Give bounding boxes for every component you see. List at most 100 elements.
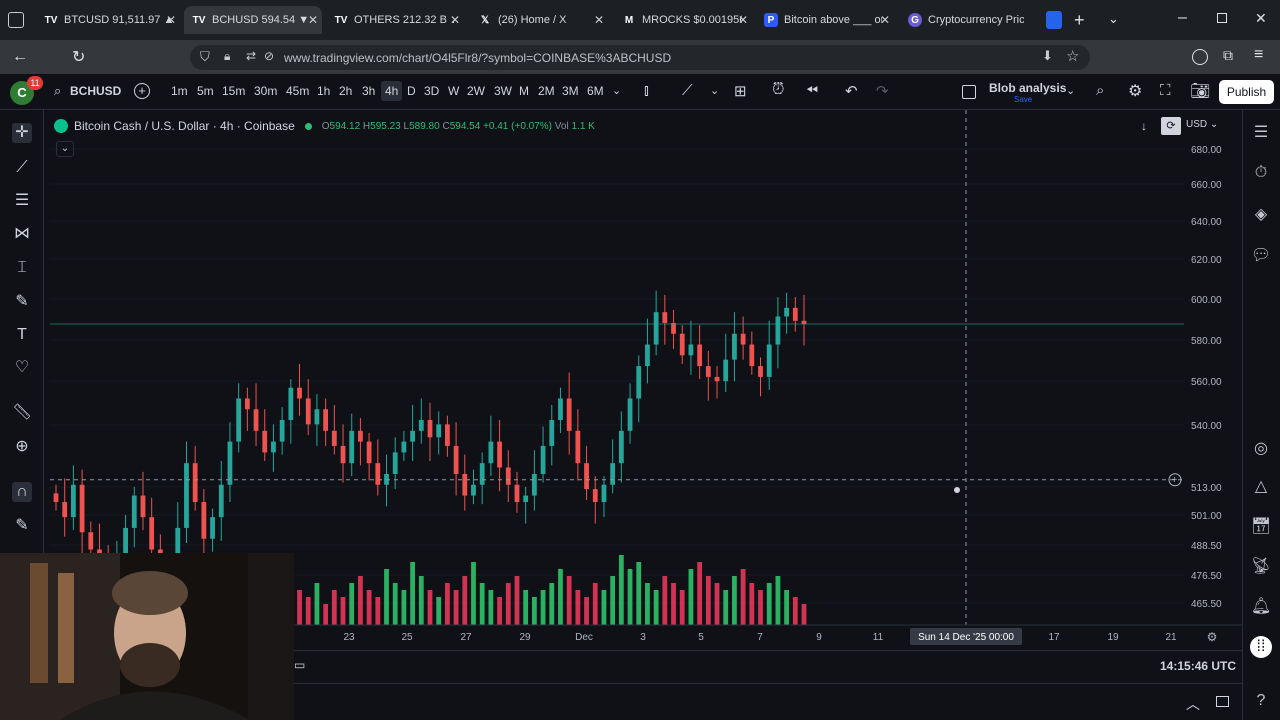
browser-tab[interactable]: M MROCKS $0.001956 ✕: [614, 6, 752, 34]
camera-off-icon[interactable]: ⊘: [264, 49, 274, 63]
snapshot-camera-icon[interactable]: 📷︎: [1190, 81, 1210, 101]
target-icon[interactable]: ◎: [1250, 438, 1272, 460]
timeframe-dropdown-icon[interactable]: ⌄: [612, 84, 621, 97]
bookmark-star-icon[interactable]: ☆: [1066, 47, 1079, 65]
browser-tab[interactable]: G Cryptocurrency Prices: [900, 6, 1038, 34]
timeframe-2W[interactable]: 2W: [467, 84, 485, 98]
crosshair-icon[interactable]: ✛: [12, 123, 32, 143]
lock-icon[interactable]: 🔒︎: [224, 49, 230, 64]
restore-icon[interactable]: [1217, 13, 1227, 23]
indicators-icon[interactable]: ⟋: [682, 82, 693, 99]
extensions-icon[interactable]: ⧉: [1223, 47, 1233, 64]
browser-menu-icon[interactable]: [8, 12, 24, 28]
chat-icon[interactable]: 💬︎: [1250, 245, 1272, 267]
ideas-icon[interactable]: △: [1250, 476, 1272, 498]
timeframe-3h[interactable]: 3h: [362, 84, 375, 98]
browser-more-icon[interactable]: ≡: [1254, 46, 1263, 64]
browser-tab[interactable]: TV BTCUSD 91,511.97 ▲ ✕: [36, 6, 180, 34]
magnet-icon[interactable]: ∩: [12, 482, 32, 502]
favorite-heart-icon[interactable]: ♡: [12, 358, 32, 378]
currency-selector[interactable]: USD ⌄: [1186, 119, 1218, 130]
layout-name[interactable]: Blob analysis: [989, 81, 1066, 95]
minimize-icon[interactable]: –: [1178, 9, 1187, 27]
indicators-dropdown-icon[interactable]: ⌄: [710, 84, 719, 97]
timeframe-2M[interactable]: 2M: [538, 84, 555, 98]
text-icon[interactable]: T: [12, 325, 32, 345]
symbol-search-icon[interactable]: ⌕: [54, 83, 61, 99]
close-icon[interactable]: ✕: [308, 13, 318, 27]
undo-icon[interactable]: ↶: [845, 82, 858, 100]
install-app-icon[interactable]: ⬇: [1042, 48, 1053, 64]
apps-grid-icon[interactable]: ⁞⁞: [1250, 636, 1272, 658]
templates-icon[interactable]: ⊞: [734, 82, 747, 100]
close-window-icon[interactable]: ✕: [1255, 10, 1267, 27]
timeframe-3D[interactable]: 3D: [424, 84, 439, 98]
close-icon[interactable]: ✕: [450, 13, 460, 27]
legend-collapse-icon[interactable]: ⌄: [56, 141, 74, 157]
brush-icon[interactable]: ✎: [12, 292, 32, 312]
calendar-icon[interactable]: 📅︎: [1250, 516, 1272, 538]
symbol-search[interactable]: BCHUSD: [70, 84, 121, 98]
replay-icon[interactable]: ⏪︎: [806, 82, 818, 99]
alerts-clock-icon[interactable]: ⏱︎: [1250, 162, 1272, 184]
new-tab-icon[interactable]: +: [1074, 10, 1085, 31]
url-text[interactable]: www.tradingview.com/chart/O4l5Flr8/?symb…: [284, 51, 671, 65]
help-icon[interactable]: ?: [1250, 690, 1272, 712]
browser-tab[interactable]: 𝕏 (26) Home / X ✕: [470, 6, 608, 34]
back-icon[interactable]: ←: [12, 48, 28, 66]
tab-list-icon[interactable]: ⌄: [1108, 11, 1119, 27]
timeframe-4h-selected[interactable]: 4h: [381, 81, 403, 101]
layout-dropdown-icon[interactable]: ⌄: [1066, 84, 1075, 97]
pattern-icon[interactable]: ⋈: [12, 224, 32, 244]
timeframe-45m[interactable]: 45m: [286, 84, 309, 98]
expand-panel-icon[interactable]: ︿: [1186, 694, 1200, 714]
profile-icon[interactable]: [1192, 49, 1208, 65]
lock-drawings-icon[interactable]: ✎: [12, 516, 32, 536]
timeframe-30m[interactable]: 30m: [254, 84, 277, 98]
zoom-in-icon[interactable]: ⊕: [12, 437, 32, 457]
timeframe-1h[interactable]: 1h: [317, 84, 330, 98]
fib-retracement-icon[interactable]: ☰: [12, 191, 32, 211]
close-icon[interactable]: ✕: [880, 13, 890, 27]
timeframe-3M[interactable]: 3M: [562, 84, 579, 98]
timeframe-5m[interactable]: 5m: [197, 84, 214, 98]
settings-gear-icon[interactable]: ⚙: [1128, 81, 1142, 101]
chart-type-candles-icon[interactable]: ⫾: [644, 82, 649, 99]
close-icon[interactable]: ✕: [738, 13, 748, 27]
permissions-icon[interactable]: ⇄: [246, 49, 256, 63]
close-icon[interactable]: ✕: [166, 13, 176, 27]
fullscreen-icon[interactable]: ⛶: [1160, 82, 1171, 99]
sync-icon[interactable]: ⟳: [1161, 117, 1181, 135]
publish-button[interactable]: Publish: [1219, 80, 1274, 104]
layers-icon[interactable]: ◈: [1250, 204, 1272, 226]
timeframe-D[interactable]: D: [407, 84, 416, 98]
news-feed-icon[interactable]: 📡︎: [1250, 556, 1272, 578]
prediction-icon[interactable]: ⌶: [12, 258, 32, 278]
shield-icon[interactable]: ⛉: [200, 49, 210, 65]
calendar-goto-icon[interactable]: ▭: [294, 658, 305, 672]
timeframe-2h[interactable]: 2h: [339, 84, 352, 98]
browser-tab[interactable]: TV OTHERS 212.32 B ▲ ✕: [326, 6, 464, 34]
tab-group-icon[interactable]: [1046, 11, 1062, 29]
download-icon[interactable]: ↓: [1141, 119, 1147, 133]
ruler-icon[interactable]: 📏︎: [12, 403, 32, 423]
timeframe-W[interactable]: W: [448, 84, 459, 98]
notifications-bell-icon[interactable]: 🔔︎: [1250, 596, 1272, 618]
timeframe-6M[interactable]: 6M: [587, 84, 604, 98]
reload-icon[interactable]: ↻: [72, 47, 85, 67]
browser-tab-active[interactable]: TV BCHUSD 594.54 ▼ -0 ✕: [184, 6, 322, 34]
redo-icon[interactable]: ↷: [876, 82, 889, 100]
alert-icon[interactable]: ⏰︎: [772, 81, 784, 99]
legend-title[interactable]: Bitcoin Cash / U.S. Dollar · 4h · Coinba…: [74, 119, 295, 133]
trend-line-icon[interactable]: ⟋: [12, 158, 32, 178]
compare-add-icon[interactable]: +: [134, 83, 150, 99]
close-icon[interactable]: ✕: [594, 13, 604, 27]
timeframe-M[interactable]: M: [519, 84, 529, 98]
timeframe-1m[interactable]: 1m: [171, 84, 188, 98]
layout-checkbox-icon[interactable]: [962, 85, 976, 99]
timeframe-3W[interactable]: 3W: [494, 84, 512, 98]
timeframe-15m[interactable]: 15m: [222, 84, 245, 98]
browser-tab[interactable]: P Bitcoin above ___ on D ✕: [756, 6, 894, 34]
utc-clock[interactable]: 14:15:46 UTC: [1160, 659, 1236, 673]
watchlist-icon[interactable]: ☰: [1250, 122, 1272, 144]
